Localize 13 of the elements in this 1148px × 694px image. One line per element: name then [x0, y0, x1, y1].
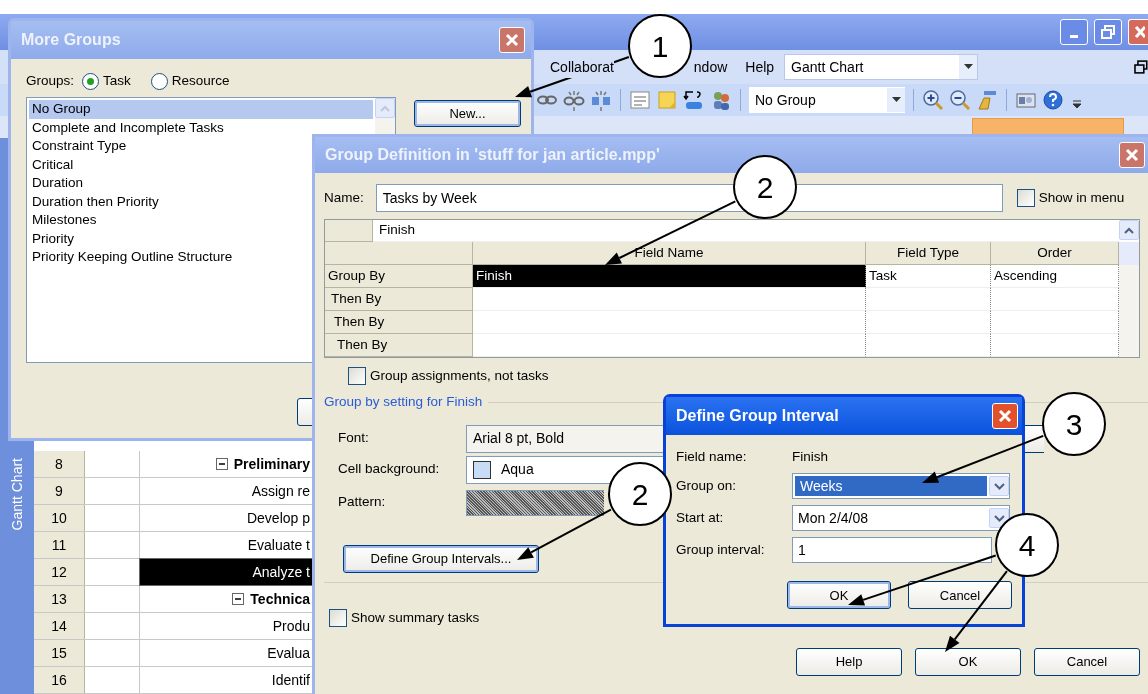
dialog-title: Define Group Interval: [676, 406, 839, 426]
group-on-label: Group on:: [676, 477, 738, 496]
section-title: Group by setting for Finish: [324, 393, 483, 412]
dialog-title: Group Definition in 'stuff for jan article.mpp': [325, 145, 660, 165]
group-interval-label: Group interval:: [676, 541, 766, 560]
cell-background-label: Cell background:: [338, 460, 441, 479]
font-label: Font:: [338, 429, 370, 448]
groups-label: Groups:: [26, 72, 75, 90]
pattern-label: Pattern:: [338, 493, 387, 512]
dialog-title: More Groups: [21, 30, 121, 50]
start-at-label: Start at:: [676, 509, 725, 528]
view-bar-label: Gantt Chart: [7, 458, 26, 531]
name-label: Name:: [324, 188, 364, 207]
